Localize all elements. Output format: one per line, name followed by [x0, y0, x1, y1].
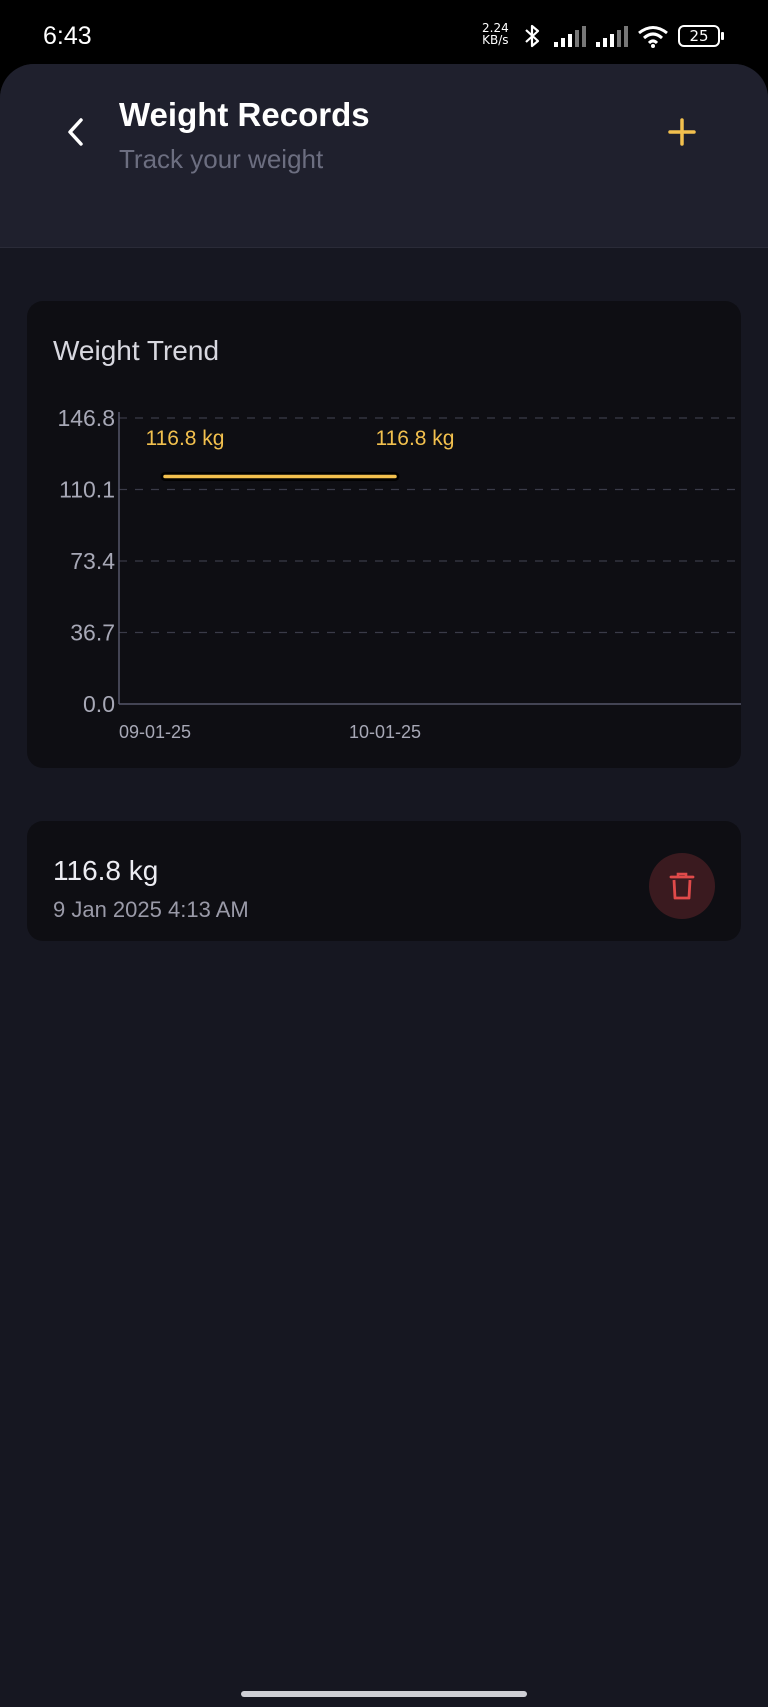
signal-icon [554, 26, 586, 47]
weight-records-screen: Weight Records Track your weight Weight … [0, 64, 768, 1707]
page-subtitle: Track your weight [119, 144, 324, 174]
home-indicator [241, 1691, 527, 1697]
plus-icon [668, 118, 696, 146]
net-speed: 2.24 KB/s [482, 21, 509, 47]
battery-icon: 25 [678, 25, 724, 47]
delete-record-button[interactable] [649, 853, 715, 919]
x-tick-label: 09-01-25 [119, 722, 191, 742]
x-tick-label: 10-01-25 [349, 722, 421, 742]
weight-trend-chart: 0.0 36.7 73.4 110.1 146.8 09-01-25 10-01-25 116… [57, 405, 741, 742]
signal-icon [596, 26, 628, 47]
page-title: Weight Records [119, 96, 370, 133]
trash-icon [669, 872, 695, 900]
header: Weight Records Track your weight [0, 64, 768, 248]
record-date: 9 Jan 2025 4:13 AM [53, 897, 249, 922]
y-tick-label: 146.8 [57, 405, 115, 431]
weight-trend-card: Weight Trend 0.0 36.7 73.4 110.1 146.8 09-01-… [27, 301, 741, 768]
record-weight: 116.8 kg [53, 855, 159, 886]
status-bar: 6:43 2.24 KB/s 25 [0, 0, 768, 66]
y-tick-label: 36.7 [70, 620, 115, 646]
weight-record-item[interactable]: 116.8 kg 9 Jan 2025 4:13 AM [27, 821, 741, 941]
y-tick-label: 0.0 [83, 691, 115, 717]
y-tick-label: 110.1 [59, 477, 115, 503]
chevron-left-icon [68, 118, 83, 146]
status-time: 6:43 [43, 22, 92, 50]
wifi-icon [638, 26, 668, 48]
back-button[interactable] [56, 112, 96, 152]
y-tick-label: 73.4 [70, 548, 115, 574]
data-label: 116.8 kg [375, 427, 454, 450]
bluetooth-icon [525, 24, 540, 48]
data-label: 116.8 kg [145, 427, 224, 450]
add-record-button[interactable] [662, 112, 702, 152]
